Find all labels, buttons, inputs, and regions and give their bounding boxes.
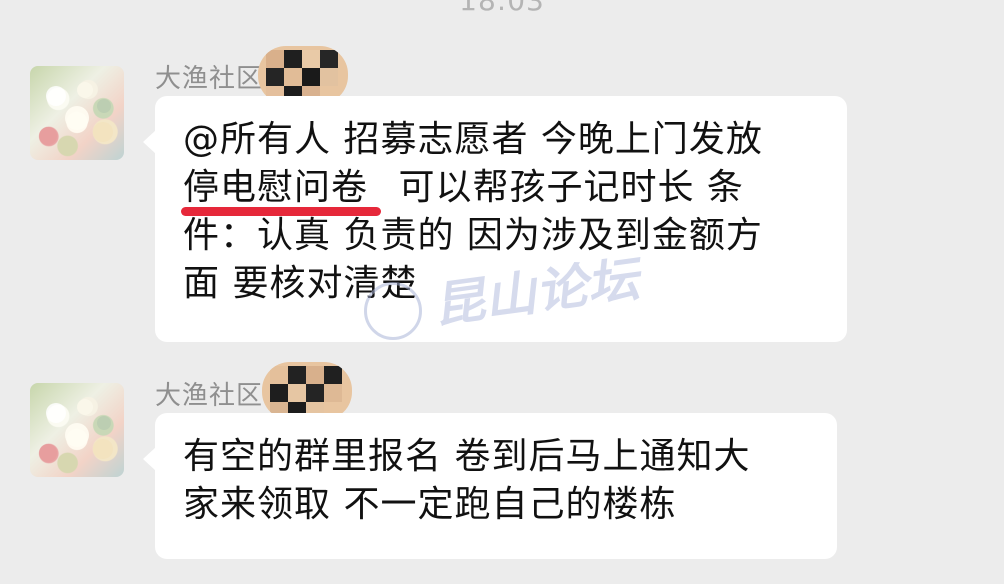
status-time: 18:03 [459, 0, 545, 17]
message-line: 面 要核对清楚 [183, 263, 418, 304]
red-underline-mark [181, 207, 381, 216]
message-bubble[interactable]: @所有人 招募志愿者 今晚上门发放 停电慰问卷 可以帮孩子记时长 条 件：认真 … [143, 96, 847, 342]
message-line: 家来领取 不一定跑自己的楼栋 [183, 484, 677, 525]
sender-name: 大渔社区 [155, 64, 264, 94]
message-line: @所有人 招募志愿者 今晚上门发放 [183, 119, 763, 160]
message-line: 有空的群里报名 卷到后马上通知大 [183, 436, 751, 477]
avatar-image [39, 82, 113, 145]
underlined-phrase: 停电慰问卷 [181, 164, 381, 216]
message-line: 件：认真 负责的 因为涉及到金额方 [183, 215, 763, 256]
sender-name: 大渔社区 [155, 381, 264, 411]
redaction-mosaic [262, 362, 352, 420]
avatar[interactable] [30, 383, 124, 477]
avatar[interactable] [30, 66, 124, 160]
message-line: 停电慰问卷 可以帮孩子记时长 条 [181, 164, 819, 216]
underlined-phrase-text: 停电慰问卷 [183, 167, 369, 208]
message-line-rest: 可以帮孩子记时长 条 [398, 167, 744, 208]
avatar-image [39, 399, 113, 462]
message-bubble[interactable]: 有空的群里报名 卷到后马上通知大 家来领取 不一定跑自己的楼栋 [143, 413, 837, 559]
